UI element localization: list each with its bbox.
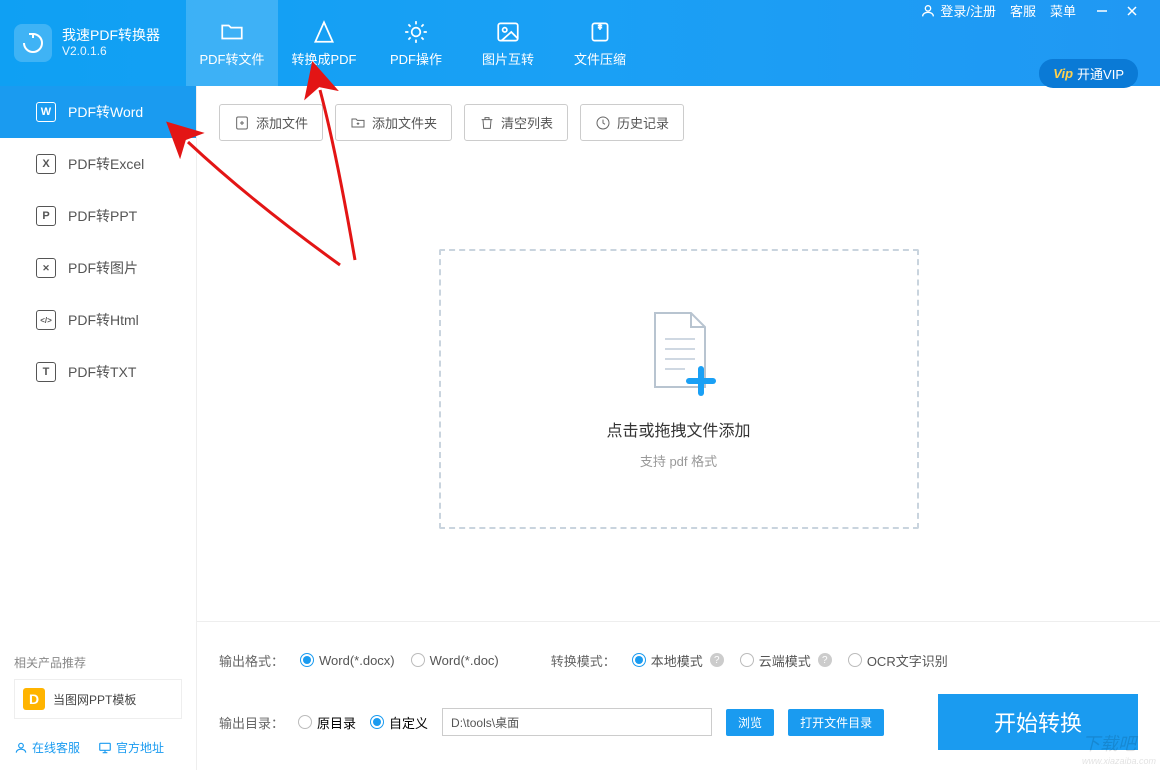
output-path-input[interactable]: D:\tools\桌面: [442, 708, 712, 736]
tab-label: 文件压缩: [574, 49, 626, 68]
clock-icon: [595, 115, 611, 131]
plus-folder-icon: [350, 115, 366, 131]
ppt-icon: P: [36, 206, 56, 226]
excel-icon: X: [36, 154, 56, 174]
gear-icon: [403, 19, 429, 45]
app-title: 我速PDF转换器: [62, 26, 160, 44]
open-dir-button[interactable]: 打开文件目录: [788, 709, 884, 736]
zip-icon: [587, 19, 613, 45]
tab-image-convert[interactable]: 图片互转: [462, 0, 554, 86]
menu-link[interactable]: 菜单: [1050, 1, 1076, 20]
main-content: 添加文件 添加文件夹 清空列表 历史记录 点击或拖拽文件添加 支持 pdf 格式…: [197, 86, 1160, 770]
tab-pdf-to-file[interactable]: PDF转文件: [186, 0, 278, 86]
vip-badge-icon: Vip: [1053, 66, 1073, 81]
output-row: 输出目录： 原目录 自定义 D:\tools\桌面 浏览 打开文件目录 开始转换: [197, 680, 1160, 770]
browse-button[interactable]: 浏览: [726, 709, 774, 736]
sidebar-item-pdf-to-excel[interactable]: XPDF转Excel: [0, 138, 196, 190]
image-icon: [495, 19, 521, 45]
monitor-icon: [98, 741, 112, 755]
online-service-link[interactable]: 在线客服: [14, 739, 80, 756]
watermark: 下载吧www.xiazaiba.com: [1082, 730, 1156, 766]
app-title-block: 我速PDF转换器 V2.0.1.6: [62, 26, 160, 60]
radio-custom-dir[interactable]: 自定义: [370, 713, 428, 732]
history-button[interactable]: 历史记录: [580, 104, 684, 141]
toolbar: 添加文件 添加文件夹 清空列表 历史记录: [197, 86, 1160, 159]
service-link[interactable]: 客服: [1010, 1, 1036, 20]
related-title: 相关产品推荐: [14, 654, 182, 671]
output-dir-label: 输出目录：: [219, 713, 284, 732]
add-file-button[interactable]: 添加文件: [219, 104, 323, 141]
txt-icon: T: [36, 362, 56, 382]
tab-to-pdf[interactable]: 转换成PDF: [278, 0, 370, 86]
add-folder-button[interactable]: 添加文件夹: [335, 104, 452, 141]
template-icon: D: [23, 688, 45, 710]
settings-panel: 输出格式： Word(*.docx) Word(*.doc) 转换模式： 本地模…: [197, 621, 1160, 680]
help-icon[interactable]: ?: [818, 653, 832, 667]
related-item-ppt-templates[interactable]: D 当图网PPT模板: [14, 679, 182, 719]
tab-compress[interactable]: 文件压缩: [554, 0, 646, 86]
convert-mode-label: 转换模式：: [551, 651, 616, 670]
sidebar-item-pdf-to-ppt[interactable]: PPDF转PPT: [0, 190, 196, 242]
vip-button[interactable]: Vip 开通VIP: [1039, 59, 1138, 88]
app-version: V2.0.1.6: [62, 44, 160, 60]
pdf-icon: [311, 19, 337, 45]
user-icon: [920, 3, 936, 19]
dropzone-subtitle: 支持 pdf 格式: [640, 451, 717, 470]
tab-label: 转换成PDF: [291, 49, 356, 68]
html-icon: </>: [36, 310, 56, 330]
sidebar-item-pdf-to-word[interactable]: WPDF转Word: [0, 86, 196, 138]
tab-pdf-ops[interactable]: PDF操作: [370, 0, 462, 86]
radio-docx[interactable]: Word(*.docx): [300, 653, 395, 668]
header-right: 登录/注册 客服 菜单 Vip 开通VIP: [920, 0, 1160, 88]
image-file-icon: ✕: [36, 258, 56, 278]
login-link[interactable]: 登录/注册: [920, 1, 996, 20]
tab-label: PDF转文件: [199, 49, 264, 68]
sidebar-item-pdf-to-image[interactable]: ✕PDF转图片: [0, 242, 196, 294]
app-header: 我速PDF转换器 V2.0.1.6 PDF转文件 转换成PDF PDF操作 图片…: [0, 0, 1160, 86]
word-icon: W: [36, 102, 56, 122]
tab-label: 图片互转: [482, 49, 534, 68]
related-products: 相关产品推荐 D 当图网PPT模板: [0, 644, 196, 729]
radio-original-dir[interactable]: 原目录: [298, 713, 356, 732]
add-file-large-icon: [639, 309, 719, 399]
clear-list-button[interactable]: 清空列表: [464, 104, 568, 141]
trash-icon: [479, 115, 495, 131]
tab-label: PDF操作: [390, 49, 442, 68]
output-format-label: 输出格式：: [219, 651, 284, 670]
file-dropzone[interactable]: 点击或拖拽文件添加 支持 pdf 格式: [439, 249, 919, 529]
sidebar-links: 在线客服 官方地址: [0, 729, 196, 770]
help-icon[interactable]: ?: [710, 653, 724, 667]
dropzone-title: 点击或拖拽文件添加: [606, 417, 750, 441]
sidebar: WPDF转Word XPDF转Excel PPDF转PPT ✕PDF转图片 </…: [0, 86, 197, 770]
official-site-link[interactable]: 官方地址: [98, 739, 164, 756]
radio-doc[interactable]: Word(*.doc): [411, 653, 499, 668]
radio-cloud-mode[interactable]: 云端模式?: [740, 651, 832, 670]
radio-ocr-mode[interactable]: OCR文字识别: [848, 651, 948, 670]
sidebar-item-pdf-to-html[interactable]: </>PDF转Html: [0, 294, 196, 346]
plus-file-icon: [234, 115, 250, 131]
radio-local-mode[interactable]: 本地模式?: [632, 651, 724, 670]
close-button[interactable]: [1120, 0, 1144, 23]
app-logo-icon: [14, 24, 52, 62]
main-tabs: PDF转文件 转换成PDF PDF操作 图片互转 文件压缩: [186, 0, 646, 86]
headset-icon: [14, 741, 28, 755]
minimize-button[interactable]: [1090, 0, 1114, 23]
logo-area: 我速PDF转换器 V2.0.1.6: [0, 24, 174, 62]
sidebar-item-pdf-to-txt[interactable]: TPDF转TXT: [0, 346, 196, 398]
folder-icon: [219, 19, 245, 45]
